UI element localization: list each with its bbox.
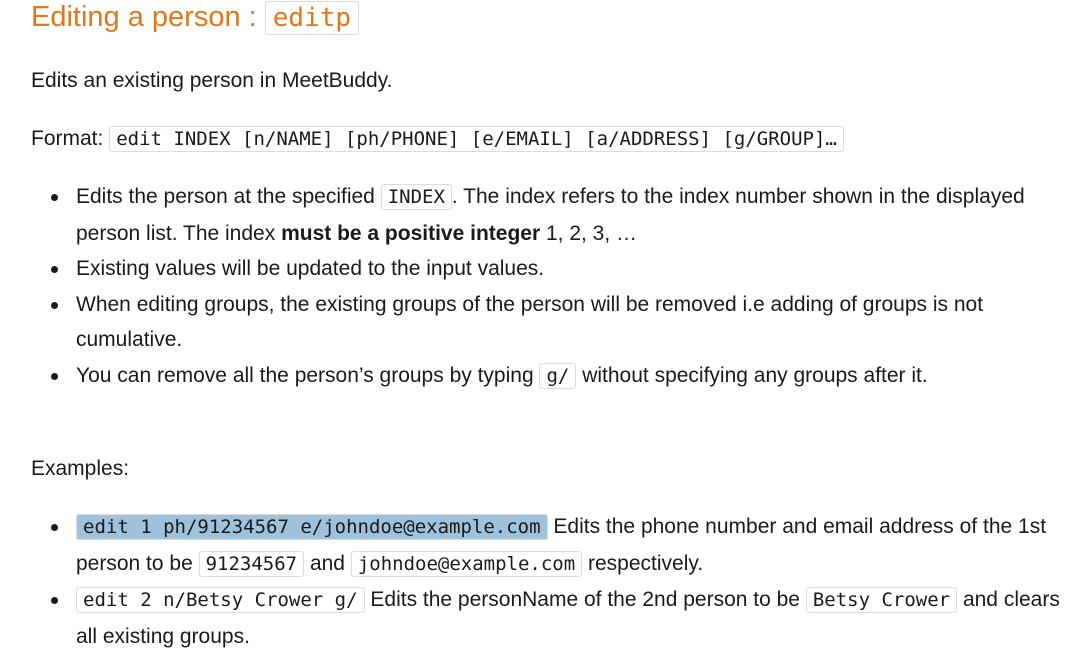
- example-text: Edits the personName of the 2nd person t…: [364, 588, 806, 611]
- list-item: Edits the person at the specified INDEX.…: [51, 179, 1086, 251]
- example-text: and: [304, 551, 351, 575]
- group-prefix-code: g/: [539, 362, 577, 389]
- intro-paragraph: Edits an existing person in MeetBuddy.: [31, 69, 393, 92]
- list-item: Existing values will be updated to the i…: [51, 251, 1086, 287]
- phone-code: 91234567: [198, 550, 305, 577]
- bullet-text: without specifying any groups after it.: [576, 363, 928, 387]
- list-item: You can remove all the person’s groups b…: [51, 358, 1086, 395]
- list-item: edit 2 n/Betsy Crower g/ Edits the perso…: [51, 582, 1086, 654]
- section-heading: Editing a person : editp: [31, 0, 360, 35]
- notes-list: Edits the person at the specified INDEX.…: [31, 179, 1086, 394]
- bold-text: must be a positive integer: [281, 221, 541, 245]
- bullet-text: You can remove all the person’s groups b…: [76, 363, 540, 387]
- index-code: INDEX: [380, 184, 452, 210]
- example-2-command-code: edit 2 n/Betsy Crower g/: [76, 587, 365, 613]
- format-line: Format: edit INDEX [n/NAME] [ph/PHONE] […: [31, 124, 844, 154]
- examples-label: Examples:: [31, 457, 130, 480]
- bullet-text: Edits the person at the specified: [76, 185, 381, 208]
- bullet-text: 1, 2, 3, …: [540, 221, 638, 245]
- list-item: edit 1 ph/91234567 e/johndoe@example.com…: [51, 509, 1086, 582]
- heading-text: Editing a person :: [31, 1, 265, 33]
- example-text: respectively.: [582, 551, 704, 575]
- email-code: johndoe@example.com: [350, 550, 583, 577]
- examples-list: edit 1 ph/91234567 e/johndoe@example.com…: [31, 509, 1086, 654]
- format-label: Format:: [31, 127, 110, 150]
- example-1-command-code[interactable]: edit 1 ph/91234567 e/johndoe@example.com: [76, 514, 548, 540]
- name-code: Betsy Crower: [805, 587, 958, 613]
- list-item: When editing groups, the existing groups…: [51, 287, 1086, 358]
- heading-command-code: editp: [264, 1, 360, 35]
- format-code: edit INDEX [n/NAME] [ph/PHONE] [e/EMAIL]…: [109, 126, 844, 152]
